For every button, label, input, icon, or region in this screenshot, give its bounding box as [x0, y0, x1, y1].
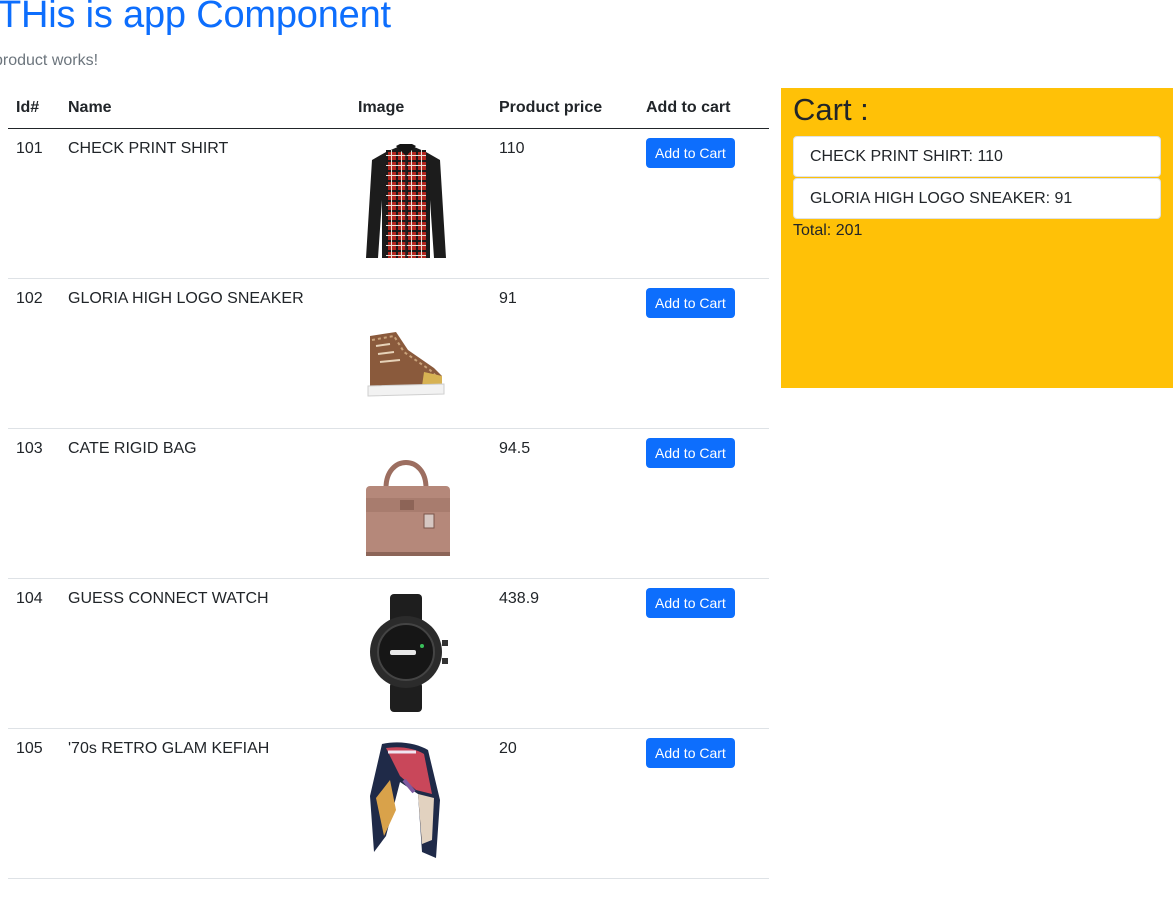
- product-name: CATE RIGID BAG: [60, 428, 350, 579]
- table-row: 105 '70s RETRO GLAM KEFIAH 20 Add to Car…: [8, 728, 769, 879]
- cart-title: Cart :: [793, 92, 869, 127]
- table-row: 101 CHECK PRINT SHIRT 110 Add to Cart: [8, 128, 769, 279]
- product-name: GLORIA HIGH LOGO SNEAKER: [60, 278, 350, 429]
- cart-item: GLORIA HIGH LOGO SNEAKER: 91: [793, 178, 1161, 219]
- table-row: 102 GLORIA HIGH LOGO SNEAKER 91 Add to C…: [8, 278, 769, 429]
- add-to-cart-button[interactable]: Add to Cart: [646, 587, 735, 618]
- page: THis is app Component product works! Id#…: [0, 0, 1173, 900]
- table-row: 103 CATE RIGID BAG 94.5 Add to Cart: [8, 428, 769, 579]
- shirt-image: [356, 140, 456, 264]
- column-header-id: Id#: [8, 88, 60, 129]
- sneaker-image: [356, 290, 456, 414]
- product-id: 101: [8, 128, 60, 279]
- column-header-price: Product price: [491, 88, 638, 129]
- product-price: 91: [491, 278, 638, 429]
- column-header-image: Image: [350, 88, 491, 129]
- product-name: GUESS CONNECT WATCH: [60, 578, 350, 729]
- table-row: 104 GUESS CONNECT WATCH 438.9 Add to Car…: [8, 578, 769, 729]
- product-price: 20: [491, 728, 638, 879]
- product-price: 94.5: [491, 428, 638, 579]
- column-header-name: Name: [60, 88, 350, 129]
- cart-list: CHECK PRINT SHIRT: 110 GLORIA HIGH LOGO …: [793, 136, 1161, 219]
- add-to-cart-button[interactable]: Add to Cart: [646, 137, 735, 168]
- product-id: 103: [8, 428, 60, 579]
- product-id: 104: [8, 578, 60, 729]
- add-to-cart-button[interactable]: Add to Cart: [646, 737, 735, 768]
- bag-image: [356, 440, 456, 564]
- product-price: 438.9: [491, 578, 638, 729]
- add-to-cart-button[interactable]: Add to Cart: [646, 437, 735, 468]
- cart-panel: Cart : CHECK PRINT SHIRT: 110 GLORIA HIG…: [781, 88, 1173, 388]
- product-id: 105: [8, 728, 60, 879]
- product-subtitle: product works!: [0, 52, 99, 69]
- app-title: THis is app Component: [0, 0, 391, 36]
- scarf-image: [356, 740, 456, 864]
- cart-total: Total: 201: [793, 222, 863, 239]
- product-table: Id# Name Image Product price Add to cart…: [8, 88, 769, 879]
- add-to-cart-button[interactable]: Add to Cart: [646, 287, 735, 318]
- product-id: 102: [8, 278, 60, 429]
- cart-item: CHECK PRINT SHIRT: 110: [793, 136, 1161, 177]
- column-header-add-to-cart: Add to cart: [638, 88, 769, 129]
- product-price: 110: [491, 128, 638, 279]
- product-name: '70s RETRO GLAM KEFIAH: [60, 728, 350, 879]
- table-header-row: Id# Name Image Product price Add to cart: [8, 88, 769, 129]
- watch-image: [356, 590, 456, 714]
- product-name: CHECK PRINT SHIRT: [60, 128, 350, 279]
